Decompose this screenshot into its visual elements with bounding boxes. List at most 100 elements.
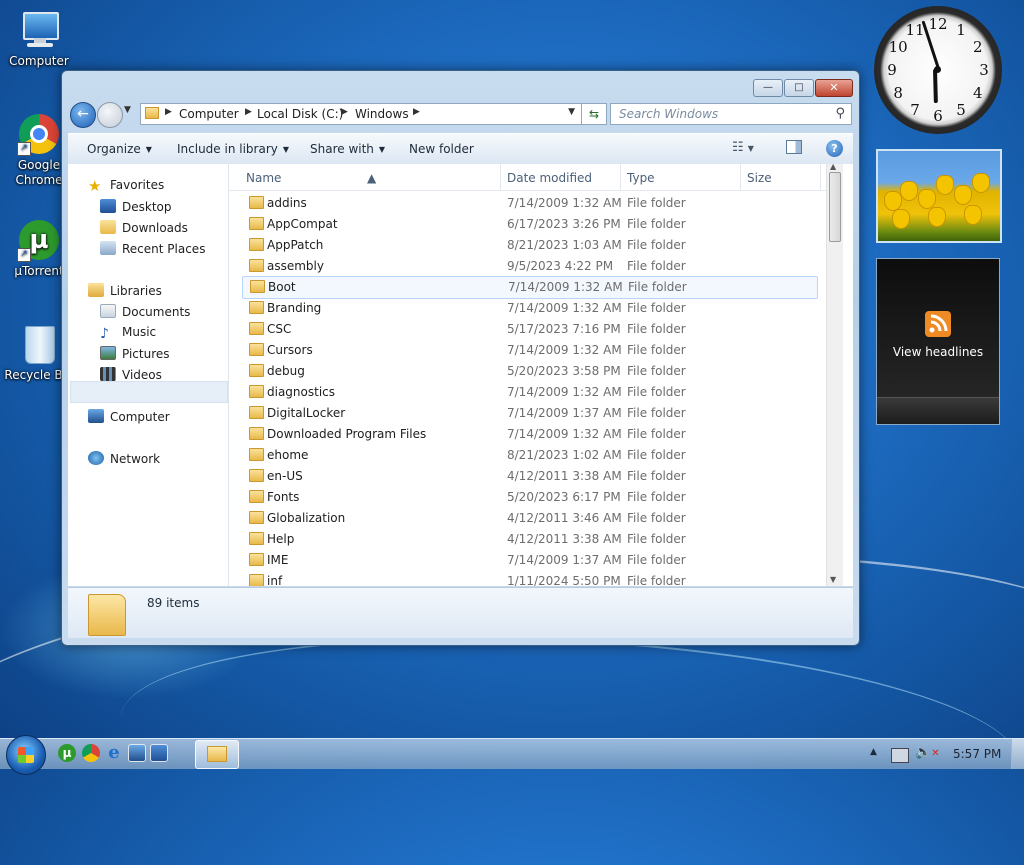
file-name: assembly <box>267 259 324 273</box>
file-row[interactable]: debug 5/20/2023 3:58 PM File folder <box>229 361 819 382</box>
column-header-type[interactable]: Type <box>627 171 655 185</box>
column-header-date[interactable]: Date modified <box>507 171 592 185</box>
file-date-modified: 7/14/2009 1:32 AM <box>508 280 623 294</box>
file-name: IME <box>267 553 289 567</box>
desktop-icon-computer[interactable]: Computer <box>0 8 78 69</box>
file-name: Globalization <box>267 511 346 525</box>
nav-item-recent-places[interactable]: Recent Places <box>100 241 205 256</box>
breadcrumb-separator-icon[interactable]: ▶ <box>413 107 420 117</box>
maximize-button[interactable]: □ <box>784 79 814 97</box>
breadcrumb-local-disk[interactable]: Local Disk (C:) <box>257 107 343 121</box>
file-row[interactable]: CSC 5/17/2023 7:16 PM File folder <box>229 319 819 340</box>
file-row[interactable]: diagnostics 7/14/2009 1:32 AM File folder <box>229 382 819 403</box>
file-row[interactable]: DigitalLocker 7/14/2009 1:37 AM File folde… <box>229 403 819 424</box>
taskbar-clock[interactable]: 5:57 PM <box>953 747 1001 761</box>
nav-item-downloads[interactable]: Downloads <box>100 220 188 235</box>
new-folder-button[interactable]: New folder <box>409 142 474 156</box>
organize-button[interactable]: Organize ▼ <box>87 142 152 156</box>
breadcrumb-separator-icon[interactable]: ▶ <box>245 107 252 117</box>
file-date-modified: 7/14/2009 1:32 AM <box>507 301 622 315</box>
search-icon[interactable]: ⚲ <box>835 106 845 121</box>
music-icon: ♪ <box>100 326 109 342</box>
search-input[interactable]: Search Windows ⚲ <box>610 103 852 125</box>
nav-item-desktop[interactable]: Desktop <box>100 199 172 214</box>
recycle-bin-icon <box>17 322 61 366</box>
utorrent-icon[interactable]: µ <box>58 744 76 762</box>
back-button[interactable]: ← <box>70 102 96 128</box>
internet-explorer-icon[interactable]: e <box>105 744 123 762</box>
file-row[interactable]: ehome 8/21/2023 1:02 AM File folder <box>229 445 819 466</box>
column-header-size[interactable]: Size <box>747 171 772 185</box>
feed-headlines-gadget[interactable]: View headlines <box>876 258 1000 425</box>
breadcrumb-separator-icon[interactable]: ▶ <box>165 107 172 117</box>
clock-gadget[interactable]: 12 1 2 3 4 5 6 7 8 9 10 11 <box>874 6 1002 134</box>
file-row[interactable]: AppCompat 6/17/2023 3:26 PM File folder <box>229 214 819 235</box>
navigation-pane: ★ Favorites Desktop Downloads Recent Plac… <box>68 164 229 586</box>
nav-item-videos[interactable]: Videos <box>100 367 162 382</box>
file-row[interactable]: Globalization 4/12/2011 3:46 AM File folde… <box>229 508 819 529</box>
chrome-icon[interactable] <box>82 744 100 762</box>
file-row[interactable]: en-US 4/12/2011 3:38 AM File folder <box>229 466 819 487</box>
window-controls: — □ ✕ <box>752 79 853 97</box>
recent-pages-dropdown[interactable]: ▼ <box>124 105 131 115</box>
show-desktop-icon[interactable] <box>128 744 146 762</box>
file-row[interactable]: Boot 7/14/2009 1:32 AM File folder <box>242 276 818 299</box>
help-icon[interactable]: ? <box>826 140 843 157</box>
file-row[interactable]: assembly 9/5/2023 4:22 PM File folder <box>229 256 819 277</box>
breadcrumb-separator-icon[interactable]: ▶ <box>341 107 348 117</box>
file-row[interactable]: Downloaded Program Files 7/14/2009 1:32 A… <box>229 424 819 445</box>
slideshow-gadget[interactable] <box>876 149 1002 243</box>
taskbar-explorer-button[interactable] <box>195 740 239 769</box>
address-bar[interactable]: ▶ Computer ▶ Local Disk (C:) ▶ Windows ▶… <box>140 103 582 125</box>
file-row[interactable]: Cursors 7/14/2009 1:32 AM File folder <box>229 340 819 361</box>
forward-button[interactable] <box>97 102 123 128</box>
switch-windows-icon[interactable] <box>150 744 168 762</box>
nav-item-computer[interactable]: Computer <box>88 409 170 424</box>
file-row[interactable]: Fonts 5/20/2023 6:17 PM File folder <box>229 487 819 508</box>
change-view-icon[interactable]: ☷ ▼ <box>732 140 754 155</box>
share-with-button[interactable]: Share with ▼ <box>310 142 385 156</box>
scroll-down-icon[interactable]: ▼ <box>830 575 836 584</box>
explorer-window[interactable]: — □ ✕ ← ▼ ▶ Computer ▶ Local Disk (C:) ▶… <box>61 70 860 646</box>
column-header-name[interactable]: Name <box>246 171 281 185</box>
file-date-modified: 4/12/2011 3:38 AM <box>507 532 622 546</box>
file-name: inf <box>267 574 283 586</box>
nav-item-libraries[interactable]: Libraries <box>88 283 162 298</box>
nav-item-documents[interactable]: Documents <box>100 304 190 319</box>
file-row[interactable]: Branding 7/14/2009 1:32 AM File folder <box>229 298 819 319</box>
minimize-button[interactable]: — <box>753 79 783 97</box>
close-button[interactable]: ✕ <box>815 79 853 97</box>
file-row[interactable]: inf 1/11/2024 5:50 PM File folder <box>229 571 819 586</box>
refresh-button[interactable]: ⇆ <box>581 103 607 125</box>
nav-item-network[interactable]: Network <box>88 451 160 466</box>
file-row[interactable]: AppPatch 8/21/2023 1:03 AM File folder <box>229 235 819 256</box>
view-headlines-link[interactable]: View headlines <box>877 345 999 359</box>
file-row[interactable]: addins 7/14/2009 1:32 AM File folder <box>229 193 819 214</box>
nav-item-favorites[interactable]: ★ Favorites <box>88 178 164 194</box>
include-in-library-button[interactable]: Include in library ▼ <box>177 142 289 156</box>
start-button[interactable] <box>6 735 46 775</box>
file-date-modified: 5/20/2023 3:58 PM <box>507 364 621 378</box>
volume-muted-icon[interactable]: 🔈✕ <box>915 745 940 760</box>
recent-places-icon <box>100 241 116 255</box>
file-name: diagnostics <box>267 385 336 399</box>
show-desktop-button[interactable] <box>1011 739 1024 769</box>
breadcrumb-computer[interactable]: Computer <box>179 107 239 121</box>
scrollbar-thumb[interactable] <box>829 172 841 242</box>
file-type: File folder <box>627 469 686 483</box>
nav-item-pictures[interactable]: Pictures <box>100 346 170 361</box>
folder-icon <box>249 574 264 586</box>
vertical-scrollbar[interactable]: ▲ ▼ <box>826 164 843 586</box>
file-type: File folder <box>627 448 686 462</box>
file-type: File folder <box>627 427 686 441</box>
file-row[interactable]: Help 4/12/2011 3:38 AM File folder <box>229 529 819 550</box>
file-name: ehome <box>267 448 309 462</box>
address-history-dropdown[interactable]: ▼ <box>568 107 575 117</box>
preview-pane-icon[interactable] <box>786 140 802 154</box>
nav-item-music[interactable]: ♪ Music <box>100 325 156 341</box>
scroll-up-icon[interactable]: ▲ <box>830 164 836 171</box>
breadcrumb-windows[interactable]: Windows <box>355 107 409 121</box>
show-hidden-icons-icon[interactable]: ▲ <box>870 747 877 757</box>
file-row[interactable]: IME 7/14/2009 1:37 AM File folder <box>229 550 819 571</box>
network-tray-icon[interactable] <box>891 748 909 763</box>
